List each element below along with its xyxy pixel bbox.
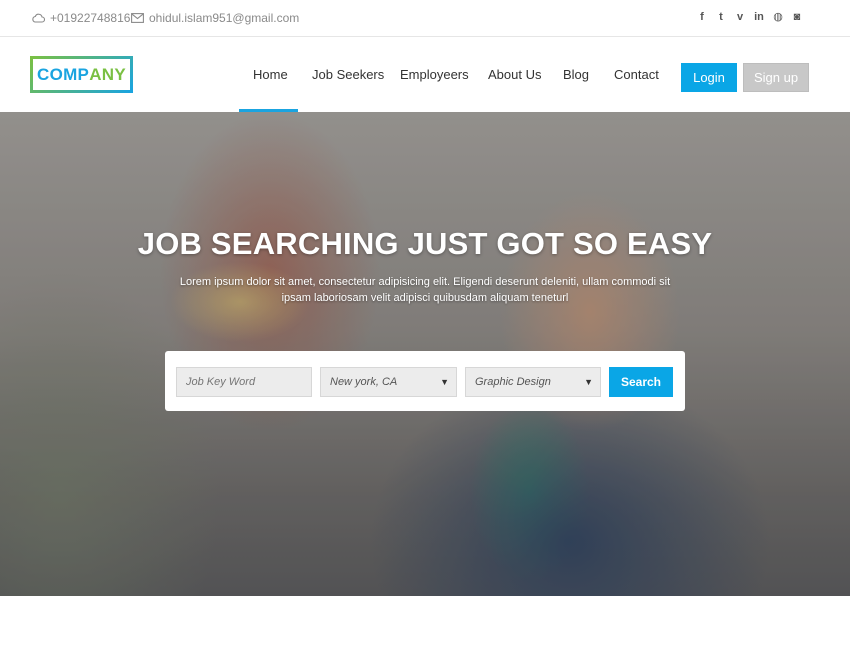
signup-button[interactable]: Sign up	[743, 63, 809, 92]
nav-home[interactable]: Home	[253, 67, 288, 82]
nav-job-seekers[interactable]: Job Seekers	[312, 67, 384, 82]
facebook-icon[interactable]: f	[697, 11, 707, 24]
search-button[interactable]: Search	[609, 367, 673, 397]
nav-contact[interactable]: Contact	[614, 67, 659, 82]
logo-text-blue: COMP	[37, 64, 90, 84]
login-button[interactable]: Login	[681, 63, 737, 92]
logo-text-green: ANY	[89, 64, 126, 84]
hero-title: JOB SEARCHING JUST GOT SO EASY	[137, 226, 713, 261]
vimeo-icon[interactable]: v	[735, 11, 745, 24]
dribbble-icon[interactable]: ◍	[773, 11, 783, 24]
category-select[interactable]: Graphic Design ▼	[465, 367, 601, 397]
email-address[interactable]: ohidul.islam951@gmail.com	[149, 11, 299, 25]
site-header: COMP ANY Home Job Seekers Employeers Abou…	[0, 37, 850, 112]
location-select-value: New york, CA	[330, 376, 398, 388]
linkedin-icon[interactable]: in	[754, 11, 764, 24]
nav-employeers[interactable]: Employeers	[400, 67, 469, 82]
nav-about-us[interactable]: About Us	[488, 67, 541, 82]
email-contact[interactable]: ohidul.islam951@gmail.com	[131, 11, 299, 25]
category-select-value: Graphic Design	[475, 376, 551, 388]
nav-blog[interactable]: Blog	[563, 67, 589, 82]
hero-subtitle: Lorem ipsum dolor sit amet, consectetur …	[179, 276, 671, 304]
top-bar: +01922748816 ohidul.islam951@gmail.com f…	[0, 0, 850, 37]
hero-banner: JOB SEARCHING JUST GOT SO EASY Lorem ips…	[0, 112, 850, 596]
social-links: f t v in ◍ ◙	[697, 11, 802, 24]
twitter-icon[interactable]: t	[716, 11, 726, 24]
job-search-form: New york, CA ▼ Graphic Design ▼ Search	[165, 351, 685, 411]
phone-contact: +01922748816	[32, 11, 130, 25]
caret-down-icon: ▼	[584, 377, 593, 387]
phone-number: +01922748816	[50, 11, 131, 25]
company-logo[interactable]: COMP ANY	[30, 56, 133, 93]
job-keyword-input[interactable]	[176, 367, 312, 397]
cloud-icon	[32, 13, 45, 23]
location-select[interactable]: New york, CA ▼	[320, 367, 457, 397]
instagram-icon[interactable]: ◙	[792, 11, 802, 24]
envelope-icon	[131, 13, 144, 23]
caret-down-icon: ▼	[440, 377, 449, 387]
